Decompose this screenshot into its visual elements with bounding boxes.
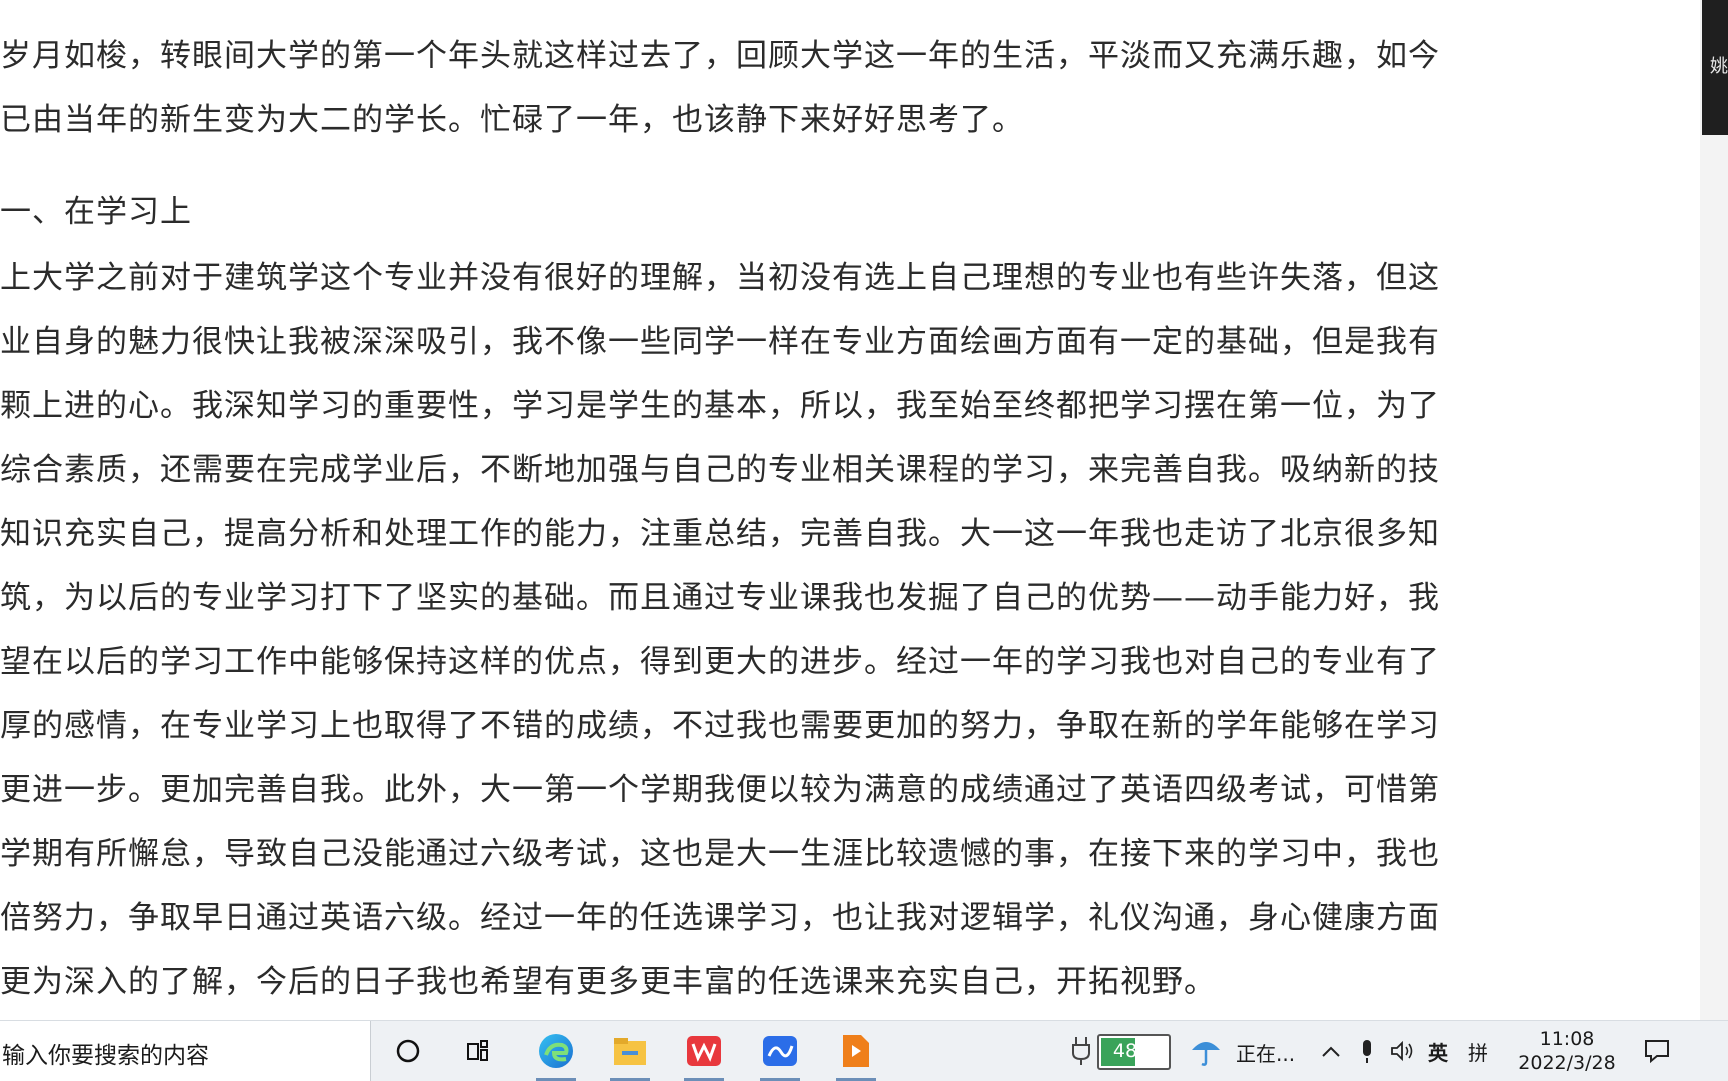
edge-icon[interactable]	[528, 1027, 584, 1081]
input-language-indicator[interactable]: 英	[1428, 1037, 1448, 1066]
text-line: 倍努力，争取早日通过英语六级。经过一年的任选课学习，也让我对逻辑学，礼仪沟通，身…	[0, 900, 1440, 936]
slides-icon[interactable]	[828, 1027, 884, 1081]
text-line: 已由当年的新生变为大二的学长。忙碌了一年，也该静下来好好思考了。	[0, 102, 1024, 138]
text-line: 筑，为以后的专业学习打下了坚实的基础。而且通过专业课我也发掘了自己的优势——动手…	[0, 580, 1440, 616]
weather-status-text[interactable]: 正在...	[1236, 1038, 1295, 1067]
clock-date: 2022/3/28	[1518, 1052, 1616, 1074]
taskbar: 输入你要搜索的内容 48% 正在... 英 拼 11:08 2022/3/28	[0, 1020, 1728, 1081]
text-line: 业自身的魅力很快让我被深深吸引，我不像一些同学一样在专业方面绘画方面有一定的基础…	[0, 324, 1440, 360]
wps-icon[interactable]	[676, 1027, 732, 1081]
power-plug-icon[interactable]	[1064, 1027, 1098, 1075]
text-line: 厚的感情，在专业学习上也取得了不错的成绩，不过我也需要更加的努力，争取在新的学年…	[0, 708, 1440, 744]
paragraph-study: 上大学之前对于建筑学这个专业并没有很好的理解，当初没有选上自己理想的专业也有些许…	[0, 246, 1540, 1014]
chevron-up-icon[interactable]	[1316, 1027, 1346, 1075]
text-line: 颗上进的心。我深知学习的重要性，学习是学生的基本，所以，我至始至终都把学习摆在第…	[0, 388, 1440, 424]
document-view: 岁月如梭，转眼间大学的第一个年头就这样过去了，回顾大学这一年的生活，平淡而又充满…	[0, 0, 1700, 1020]
search-placeholder: 输入你要搜索的内容	[2, 1043, 209, 1069]
text-line: 综合素质，还需要在完成学业后，不断地加强与自己的专业相关课程的学习，来完善自我。…	[0, 452, 1440, 488]
file-explorer-icon[interactable]	[602, 1027, 658, 1081]
text-line: 岁月如梭，转眼间大学的第一个年头就这样过去了，回顾大学这一年的生活，平淡而又充满…	[0, 38, 1440, 74]
umbrella-weather-icon[interactable]	[1186, 1027, 1226, 1075]
feishu-icon[interactable]	[752, 1027, 808, 1081]
text-line: 更为深入的了解，今后的日子我也希望有更多更丰富的任选课来充实自己，开拓视野。	[0, 964, 1216, 1000]
paragraph-intro: 岁月如梭，转眼间大学的第一个年头就这样过去了，回顾大学这一年的生活，平淡而又充满…	[0, 24, 1540, 152]
microphone-icon[interactable]	[1354, 1027, 1380, 1075]
side-window-panel[interactable]: 姚	[1702, 0, 1728, 135]
cortana-icon[interactable]	[380, 1027, 436, 1075]
text-line: 上大学之前对于建筑学这个专业并没有很好的理解，当初没有选上自己理想的专业也有些许…	[0, 260, 1440, 296]
battery-indicator[interactable]: 48%	[1097, 1034, 1171, 1070]
text-line: 知识充实自己，提高分析和处理工作的能力，注重总结，完善自我。大一这一年我也走访了…	[0, 516, 1440, 552]
clock-time: 11:08	[1539, 1028, 1595, 1050]
task-view-icon[interactable]	[452, 1027, 508, 1075]
battery-percent: 48%	[1112, 1040, 1156, 1062]
text-line: 更进一步。更加完善自我。此外，大一第一个学期我便以较为满意的成绩通过了英语四级考…	[0, 772, 1440, 808]
side-window-label: 姚	[1710, 56, 1728, 77]
volume-icon[interactable]	[1386, 1027, 1418, 1075]
notification-icon[interactable]	[1640, 1027, 1674, 1075]
taskbar-search-input[interactable]: 输入你要搜索的内容	[0, 1021, 371, 1081]
section-heading: 一、在学习上	[0, 194, 192, 230]
ime-mode-indicator[interactable]: 拼	[1468, 1037, 1488, 1066]
system-clock[interactable]: 11:08 2022/3/28	[1512, 1027, 1622, 1075]
text-line: 学期有所懈怠，导致自己没能通过六级考试，这也是大一生涯比较遗憾的事，在接下来的学…	[0, 836, 1440, 872]
side-window-edge	[1700, 0, 1728, 1020]
text-line: 望在以后的学习工作中能够保持这样的优点，得到更大的进步。经过一年的学习我也对自己…	[0, 644, 1440, 680]
